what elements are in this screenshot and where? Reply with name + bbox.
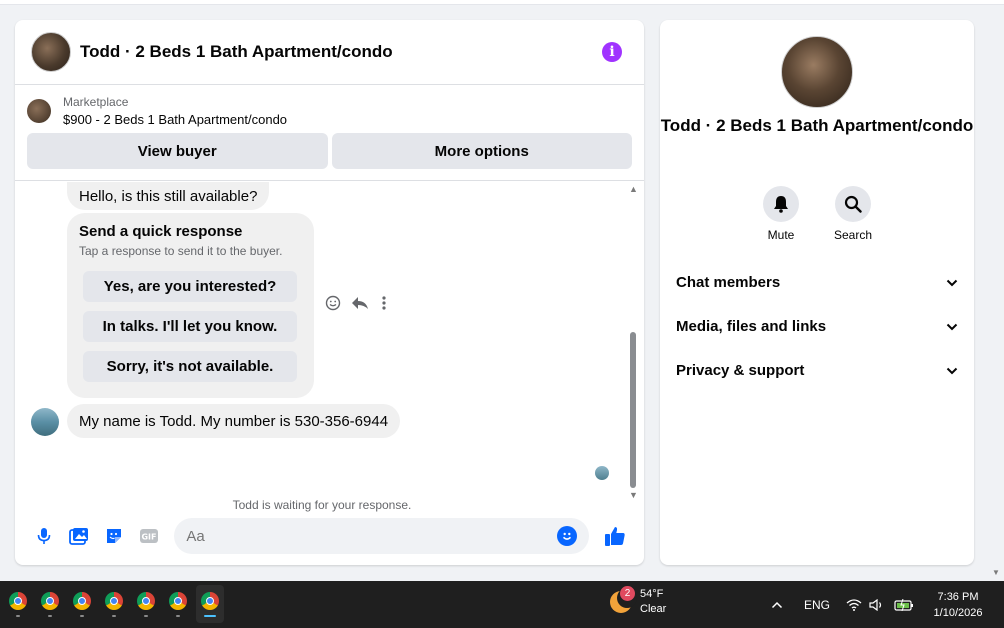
chrome-icon: [73, 591, 91, 610]
search-button[interactable]: Search: [834, 186, 872, 242]
message-input[interactable]: [186, 527, 558, 545]
read-receipt-avatar: [595, 466, 609, 480]
info-avatar[interactable]: [781, 36, 853, 108]
react-emoji-icon[interactable]: [325, 295, 341, 316]
chevron-up-icon[interactable]: [771, 581, 783, 628]
svg-text:GIF: GIF: [141, 533, 156, 542]
section-chat-members[interactable]: Chat members: [668, 260, 966, 304]
battery-icon[interactable]: [894, 581, 914, 628]
scroll-down-arrow-icon[interactable]: ▼: [629, 490, 638, 500]
taskbar-chrome-app[interactable]: [133, 585, 159, 623]
clock-time: 7:36 PM: [937, 591, 979, 603]
weather-widget[interactable]: 2 54°F Clear: [610, 586, 667, 617]
marketplace-listing-banner: Marketplace $900 - 2 Beds 1 Bath Apartme…: [15, 85, 644, 181]
message-bubble[interactable]: My name is Todd. My number is 530-356-69…: [67, 404, 401, 438]
chrome-icon: [105, 591, 123, 610]
clock-date: 1/10/2026: [933, 607, 983, 619]
conversation-avatar[interactable]: [31, 32, 71, 72]
section-label: Chat members: [676, 273, 781, 291]
search-label: Search: [833, 228, 873, 242]
section-label: Privacy & support: [676, 361, 805, 379]
chevron-down-icon: [946, 318, 958, 335]
scroll-up-arrow-icon[interactable]: ▲: [629, 184, 638, 194]
gif-icon[interactable]: GIF: [131, 518, 166, 554]
weather-badge: 2: [620, 586, 635, 601]
chevron-down-icon: [946, 362, 958, 379]
marketplace-label: Marketplace: [63, 95, 129, 109]
mute-button[interactable]: Mute: [762, 186, 800, 242]
mute-label: Mute: [767, 228, 795, 242]
taskbar-chrome-app[interactable]: [5, 585, 31, 623]
chrome-icon: [9, 591, 27, 610]
quick-reply-button[interactable]: Sorry, it's not available.: [83, 351, 297, 382]
section-label: Media, files and links: [676, 317, 827, 335]
quick-reply-button[interactable]: In talks. I'll let you know.: [83, 311, 297, 342]
taskbar-chrome-app-active[interactable]: [196, 585, 224, 623]
chevron-down-icon: [946, 274, 958, 291]
message-bubble[interactable]: Hello, is this still available?: [67, 182, 270, 210]
top-bar: [0, 0, 1004, 5]
quick-response-card: Send a quick response Tap a response to …: [67, 213, 314, 398]
info-icon[interactable]: i: [602, 42, 622, 62]
weather-condition: Clear: [640, 603, 667, 615]
more-vertical-icon[interactable]: [379, 295, 389, 316]
view-buyer-button[interactable]: View buyer: [27, 133, 328, 169]
chrome-icon: [137, 591, 155, 610]
info-actions: Mute Search: [660, 186, 974, 242]
sender-avatar[interactable]: [31, 408, 59, 436]
message-composer: GIF: [15, 516, 644, 556]
quick-response-subtitle: Tap a response to send it to the buyer.: [79, 244, 283, 258]
scrollbar-thumb[interactable]: [630, 332, 636, 488]
temperature: 54°F: [640, 588, 664, 600]
message-list: Hello, is this still available? Send a q…: [15, 182, 644, 512]
taskbar-chrome-app[interactable]: [101, 585, 127, 623]
conversation-title[interactable]: Todd · 2 Beds 1 Bath Apartment/condo: [80, 42, 602, 62]
taskbar-chrome-app[interactable]: [37, 585, 63, 623]
taskbar-chrome-app[interactable]: [165, 585, 191, 623]
sticker-icon[interactable]: [97, 518, 132, 554]
microphone-icon[interactable]: [27, 518, 62, 554]
emoji-icon[interactable]: [557, 526, 578, 546]
bell-icon[interactable]: [763, 186, 799, 222]
section-media-files-links[interactable]: Media, files and links: [668, 304, 966, 348]
waiting-status: Todd is waiting for your response.: [232, 498, 412, 512]
taskbar: 2 54°F Clear ENG 7:36 PM 1/10/2026: [0, 581, 1004, 628]
conversation-info-panel: Todd · 2 Beds 1 Bath Apartment/condo Mut…: [660, 20, 974, 565]
listing-title[interactable]: $900 - 2 Beds 1 Bath Apartment/condo: [63, 112, 287, 127]
chat-panel: Todd · 2 Beds 1 Bath Apartment/condo i M…: [15, 20, 644, 565]
info-conversation-name: Todd · 2 Beds 1 Bath Apartment/condo: [660, 116, 974, 135]
section-privacy-support[interactable]: Privacy & support: [668, 348, 966, 392]
wifi-icon[interactable]: [846, 581, 862, 628]
chrome-icon: [41, 591, 59, 610]
message-actions: [325, 295, 389, 316]
thumbs-up-icon[interactable]: [597, 518, 632, 554]
language-indicator[interactable]: ENG: [804, 581, 830, 628]
taskbar-chrome-app[interactable]: [69, 585, 95, 623]
page-scroll-down-arrow-icon[interactable]: ▼: [992, 568, 1000, 577]
volume-icon[interactable]: [869, 581, 885, 628]
search-icon[interactable]: [835, 186, 871, 222]
chat-header: Todd · 2 Beds 1 Bath Apartment/condo i: [15, 20, 644, 85]
chrome-icon: [201, 591, 219, 610]
quick-response-title: Send a quick response: [79, 223, 243, 240]
listing-thumbnail[interactable]: [27, 99, 51, 123]
photo-icon[interactable]: [62, 518, 97, 554]
message-input-box: [174, 518, 590, 554]
more-options-button[interactable]: More options: [331, 133, 632, 169]
system-clock[interactable]: 7:36 PM 1/10/2026: [922, 589, 994, 621]
reply-icon[interactable]: [351, 295, 369, 316]
chrome-icon: [169, 591, 187, 610]
message-scrollbar[interactable]: ▲ ▼: [626, 182, 640, 502]
quick-reply-button[interactable]: Yes, are you interested?: [83, 271, 297, 302]
